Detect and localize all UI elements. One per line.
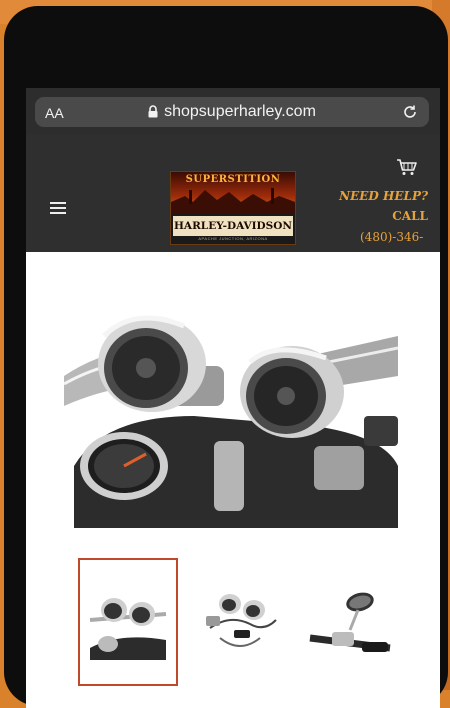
phone-number-link[interactable]: (480)-346- [360,230,423,244]
thumbnail-strip [26,558,440,698]
logo-top-text: SUPERSTITION [185,174,281,185]
url-text: shopsuperharley.com [164,103,316,120]
address-bar[interactable]: AA shopsuperharley.com [35,97,429,127]
product-main-image[interactable] [64,266,398,528]
thumbnail-2[interactable] [190,558,290,686]
speaker-kit-parts-thumbnail [190,558,286,682]
browser-toolbar: AA shopsuperharley.com [26,88,440,134]
help-line-2: CALL [392,209,428,223]
logo-brand-text: HARLEY-DAVIDSON [173,216,293,236]
cart-icon[interactable] [396,158,418,176]
help-text: NEED HELP? CALL [339,186,428,226]
hamburger-menu-icon[interactable] [50,202,66,214]
mirror-handlebar-thumbnail [302,558,398,682]
store-logo[interactable]: SUPERSTITION HARLEY-DAVIDSON APACHE JUNC… [170,171,296,245]
speakers-on-bike-thumbnail [80,560,176,684]
url-display[interactable]: shopsuperharley.com [35,103,429,121]
help-line-1: NEED HELP? [339,189,428,203]
phone-frame: AA shopsuperharley.com SUPERSTITION HARL… [4,6,448,708]
logo-tagline: APACHE JUNCTION, ARIZONA [198,236,268,241]
lock-icon [148,105,158,118]
phone-screen: AA shopsuperharley.com SUPERSTITION HARL… [26,88,440,708]
logo-artwork: SUPERSTITION [171,172,295,214]
thumbnail-1[interactable] [78,558,178,686]
site-header: SUPERSTITION HARLEY-DAVIDSON APACHE JUNC… [26,134,440,252]
thumbnail-3[interactable] [302,558,402,686]
reload-icon[interactable] [401,103,419,121]
